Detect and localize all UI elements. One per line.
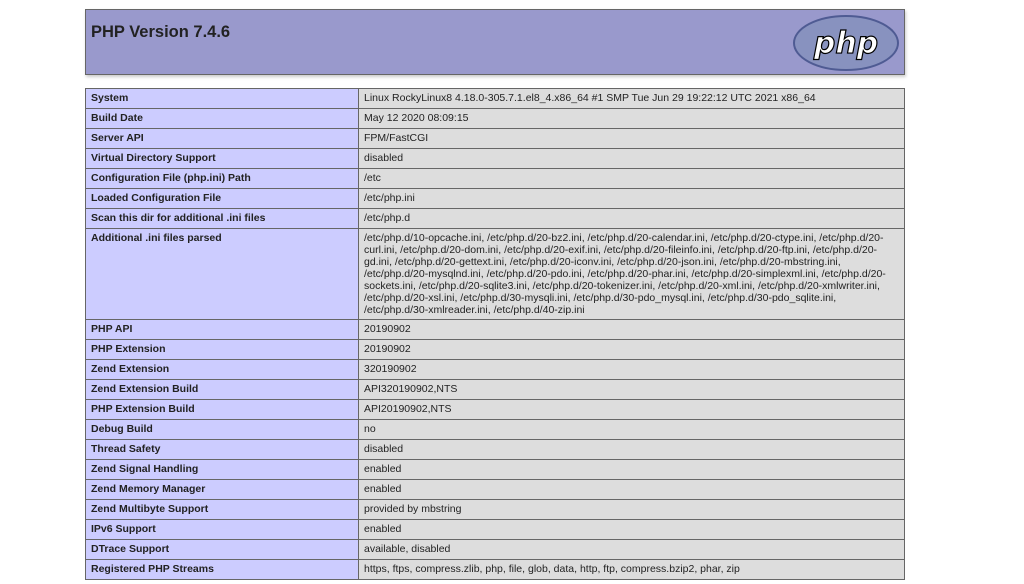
info-value: enabled xyxy=(358,459,905,480)
info-row: Additional .ini files parsed/etc/php.d/1… xyxy=(85,228,905,320)
info-value: enabled xyxy=(358,519,905,540)
info-value: disabled xyxy=(358,439,905,460)
info-row: DTrace Support available, disabled xyxy=(85,539,905,560)
info-value: 20190902 xyxy=(358,339,905,360)
page-title: PHP Version 7.4.6 xyxy=(91,23,231,41)
php-logo: php xyxy=(793,15,899,71)
info-key: PHP API xyxy=(85,319,359,340)
php-info-table: System Linux RockyLinux8 4.18.0-305.7.1.e… xyxy=(85,88,905,580)
info-key: PHP Extension Build xyxy=(85,399,359,420)
info-key: Configuration File (php.ini) Path xyxy=(85,168,359,189)
info-key: Zend Extension xyxy=(85,359,359,380)
info-row: Zend Multibyte Support provided by mbstri… xyxy=(85,499,905,520)
info-value: API20190902,NTS xyxy=(358,399,905,420)
info-key: Build Date xyxy=(85,108,359,129)
info-value: enabled xyxy=(358,479,905,500)
info-value: Linux RockyLinux8 4.18.0-305.7.1.el8_4.x… xyxy=(358,88,905,109)
info-row: Zend Memory Manager enabled xyxy=(85,479,905,500)
info-row: Zend Extension Build API320190902,NTS xyxy=(85,379,905,400)
info-row: Virtual Directory Support disabled xyxy=(85,148,905,169)
info-row: Thread Safety disabled xyxy=(85,439,905,460)
info-row: Debug Build no xyxy=(85,419,905,440)
info-key: Zend Memory Manager xyxy=(85,479,359,500)
info-key: System xyxy=(85,88,359,109)
info-row: Configuration File (php.ini) Path/etc xyxy=(85,168,905,189)
info-key: Zend Extension Build xyxy=(85,379,359,400)
info-key: Thread Safety xyxy=(85,439,359,460)
info-row: IPv6 Support enabled xyxy=(85,519,905,540)
info-value: /etc xyxy=(358,168,905,189)
php-logo-text: php xyxy=(813,26,878,61)
info-row: Registered PHP Streams https, ftps, compr… xyxy=(85,559,905,580)
info-row: PHP API 20190902 xyxy=(85,319,905,340)
info-key: Server API xyxy=(85,128,359,149)
info-value: no xyxy=(358,419,905,440)
info-key: Zend Signal Handling xyxy=(85,459,359,480)
info-key: Scan this dir for additional .ini files xyxy=(85,208,359,229)
info-value: disabled xyxy=(358,148,905,169)
info-row: Server API FPM/FastCGI xyxy=(85,128,905,149)
info-row: Loaded Configuration File/etc/php.ini xyxy=(85,188,905,209)
info-key: IPv6 Support xyxy=(85,519,359,540)
info-key: Debug Build xyxy=(85,419,359,440)
info-key: Additional .ini files parsed xyxy=(85,228,359,320)
info-value: API320190902,NTS xyxy=(358,379,905,400)
info-value: 20190902 xyxy=(358,319,905,340)
info-key: Registered PHP Streams xyxy=(85,559,359,580)
info-key: PHP Extension xyxy=(85,339,359,360)
info-value: FPM/FastCGI xyxy=(358,128,905,149)
info-key: Virtual Directory Support xyxy=(85,148,359,169)
info-row: Zend Signal Handling enabled xyxy=(85,459,905,480)
php-version-header: PHP Version 7.4.6 php xyxy=(85,9,905,75)
info-value: May 12 2020 08:09:15 xyxy=(358,108,905,129)
info-value: 320190902 xyxy=(358,359,905,380)
info-value: https, ftps, compress.zlib, php, file, g… xyxy=(358,559,905,580)
info-row: Scan this dir for additional .ini files /… xyxy=(85,208,905,229)
info-key: Zend Multibyte Support xyxy=(85,499,359,520)
info-row: System Linux RockyLinux8 4.18.0-305.7.1.e… xyxy=(85,88,905,109)
info-row: PHP Extension Build API20190902,NTS xyxy=(85,399,905,420)
info-value: /etc/php.d/10-opcache.ini, /etc/php.d/20… xyxy=(358,228,905,320)
info-key: Loaded Configuration File xyxy=(85,188,359,209)
info-row: PHP Extension 20190902 xyxy=(85,339,905,360)
info-row: Build Date May 12 2020 08:09:15 xyxy=(85,108,905,129)
info-value: provided by mbstring xyxy=(358,499,905,520)
info-key: DTrace Support xyxy=(85,539,359,560)
info-value: /etc/php.d xyxy=(358,208,905,229)
info-value: available, disabled xyxy=(358,539,905,560)
info-value: /etc/php.ini xyxy=(358,188,905,209)
info-row: Zend Extension 320190902 xyxy=(85,359,905,380)
